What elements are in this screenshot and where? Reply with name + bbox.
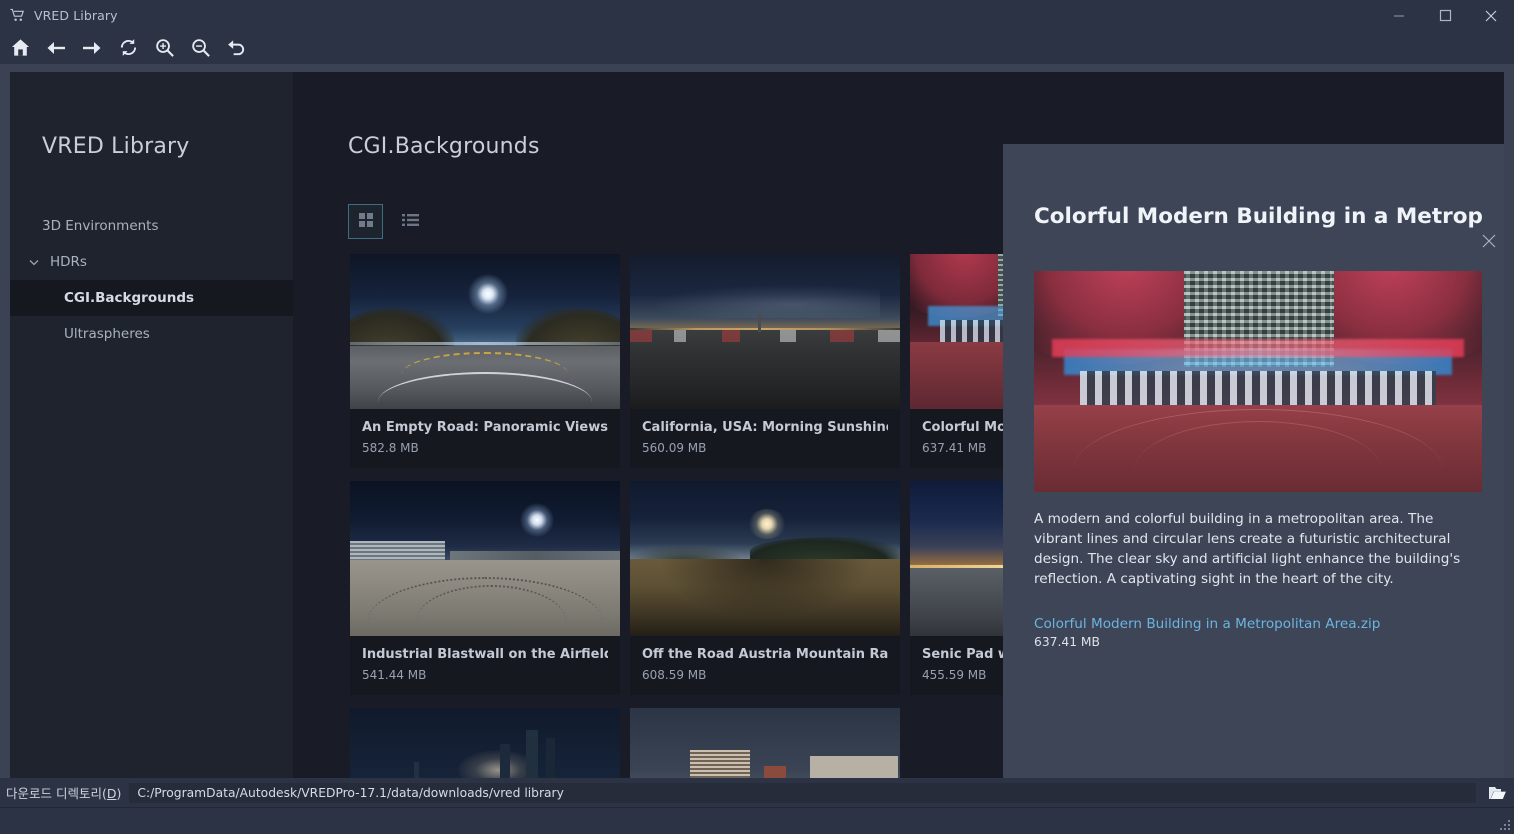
page-title: CGI.Backgrounds [348,134,540,159]
asset-thumbnail [630,481,900,636]
forward-arrow-icon[interactable] [74,33,110,63]
asset-card[interactable] [350,708,620,778]
asset-thumbnail [350,708,620,778]
cart-icon [10,8,25,23]
sidebar-item-3d-environments[interactable]: 3D Environments [10,208,293,244]
asset-size: 560.09 MB [642,441,888,455]
back-arrow-icon[interactable] [38,33,74,63]
status-divider [0,807,1514,808]
asset-card[interactable] [630,708,900,778]
home-icon[interactable] [2,33,38,63]
asset-size: 582.8 MB [362,441,608,455]
asset-card[interactable]: California, USA: Morning Sunshine … 560.… [630,254,900,468]
resize-grip[interactable] [1497,818,1511,832]
grid-view-icon [358,212,374,232]
asset-card[interactable]: Industrial Blastwall on the Airfield… 54… [350,481,620,695]
asset-thumbnail [630,708,900,778]
close-button[interactable] [1468,0,1514,31]
folder-open-icon[interactable] [1480,780,1514,806]
grid-view-button[interactable] [348,204,383,239]
maximize-button[interactable] [1422,0,1468,31]
window-title-bar: VRED Library [0,0,1514,31]
asset-caption: California, USA: Morning Sunshine … 560.… [630,409,900,468]
content-area: VRED Library 3D Environments HDRs CGI.Ba… [10,72,1504,778]
asset-thumbnail [350,254,620,409]
window-controls [1376,0,1514,31]
asset-card[interactable]: Off the Road Austria Mountain Ran… 608.5… [630,481,900,695]
download-size: 637.41 MB [1034,635,1100,649]
view-toggle-group [348,204,428,239]
vred-library-window: VRED Library [0,0,1514,834]
asset-caption: Off the Road Austria Mountain Ran… 608.5… [630,636,900,695]
download-directory-row: 다운로드 디렉토리(D) C:/ProgramData/Autodesk/VRE… [0,778,1514,807]
sidebar: VRED Library 3D Environments HDRs CGI.Ba… [10,72,293,778]
sidebar-item-label: 3D Environments [42,218,159,234]
navigation-toolbar [0,31,1514,64]
download-directory-label: 다운로드 디렉토리(D) [6,783,121,802]
asset-title: Industrial Blastwall on the Airfield… [362,647,608,662]
status-bar: 다운로드 디렉토리(D) C:/ProgramData/Autodesk/VRE… [0,778,1514,834]
refresh-icon[interactable] [110,33,146,63]
undo-icon[interactable] [218,33,254,63]
sidebar-item-cgi-backgrounds[interactable]: CGI.Backgrounds [10,280,293,316]
sidebar-item-label: HDRs [50,254,87,270]
asset-thumbnail [350,481,620,636]
list-view-icon [402,212,419,231]
asset-card[interactable]: An Empty Road: Panoramic Views o… 582.8 … [350,254,620,468]
zoom-out-icon[interactable] [182,33,218,63]
detail-title: Colorful Modern Building in a Metrop… [1034,204,1484,229]
asset-title: Off the Road Austria Mountain Ran… [642,647,888,662]
download-path-input[interactable]: C:/ProgramData/Autodesk/VREDPro-17.1/dat… [129,783,1476,803]
list-view-button[interactable] [393,204,428,239]
asset-title: California, USA: Morning Sunshine … [642,420,888,435]
sidebar-item-label: Ultraspheres [64,326,150,342]
sidebar-item-hdrs[interactable]: HDRs [10,244,293,280]
asset-thumbnail [630,254,900,409]
chevron-down-icon[interactable] [28,259,40,266]
sidebar-heading: VRED Library [42,134,190,159]
detail-panel: Colorful Modern Building in a Metrop… A … [1003,144,1504,778]
asset-caption: An Empty Road: Panoramic Views o… 582.8 … [350,409,620,468]
minimize-button[interactable] [1376,0,1422,31]
sidebar-item-label: CGI.Backgrounds [64,290,194,306]
close-icon[interactable] [1478,230,1500,252]
sidebar-item-ultraspheres[interactable]: Ultraspheres [10,316,293,352]
zoom-in-icon[interactable] [146,33,182,63]
download-path-value: C:/ProgramData/Autodesk/VREDPro-17.1/dat… [137,786,564,800]
asset-caption: Industrial Blastwall on the Airfield… 54… [350,636,620,695]
detail-description: A modern and colorful building in a metr… [1034,509,1478,589]
asset-size: 541.44 MB [362,668,608,682]
asset-size: 608.59 MB [642,668,888,682]
download-link[interactable]: Colorful Modern Building in a Metropolit… [1034,616,1380,632]
window-title: VRED Library [34,8,118,23]
detail-preview-image [1034,271,1482,492]
asset-title: An Empty Road: Panoramic Views o… [362,420,608,435]
